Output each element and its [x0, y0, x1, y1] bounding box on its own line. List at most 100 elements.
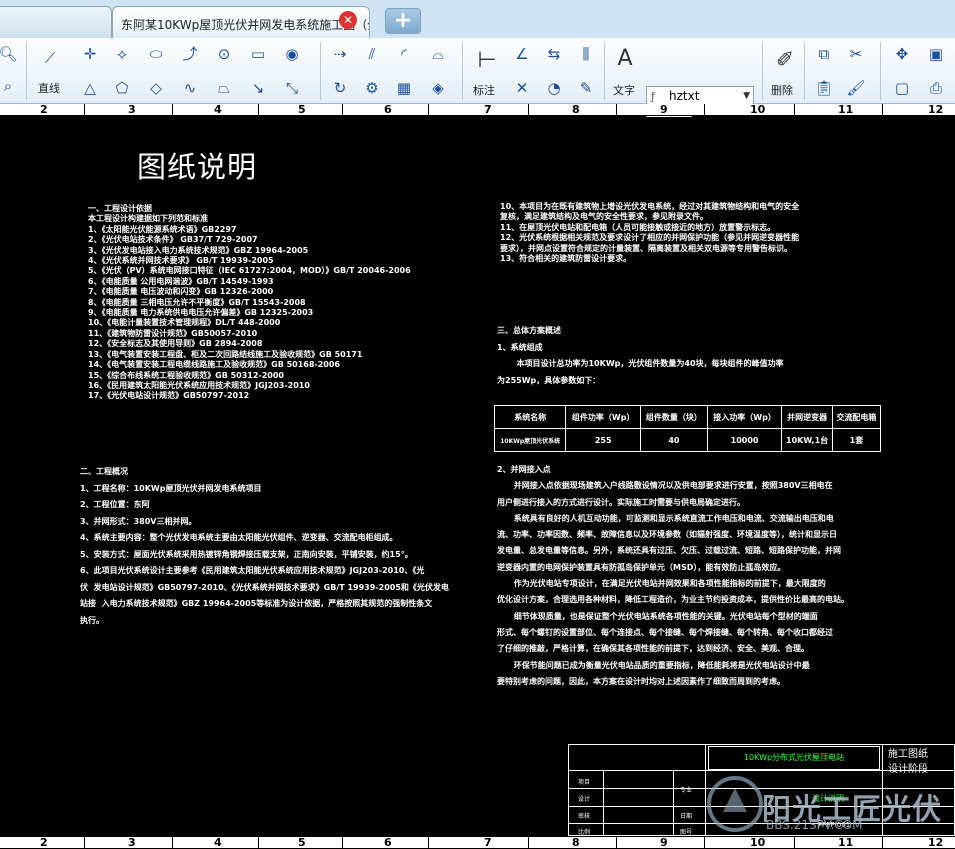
tab-previous[interactable]	[0, 6, 112, 38]
ruler-tick	[84, 837, 85, 849]
ruler-number: 10	[750, 836, 766, 849]
table-cell: 系统名称	[493, 405, 567, 429]
pan-icon[interactable]: ✥	[888, 42, 916, 66]
ruler-number: 12	[928, 836, 944, 849]
arrow-dim-icon[interactable]: ⇆	[540, 42, 568, 66]
rotate-icon[interactable]: ↻	[326, 76, 354, 100]
cut-shape-icon[interactable]: ⌓	[424, 42, 452, 66]
table-cell: 接入功率（Wp）	[706, 405, 783, 429]
edit-dim-icon[interactable]: ✎	[572, 76, 600, 100]
line-tool-label: 直线	[38, 82, 60, 95]
hatch-icon[interactable]: ▦	[390, 76, 418, 100]
triangle-icon[interactable]: △	[76, 76, 104, 100]
ruler-tick	[704, 837, 705, 849]
table-cell: 255	[565, 428, 641, 452]
pentagon-icon[interactable]: ⬠	[108, 76, 136, 100]
xline-icon[interactable]: ⤡	[278, 76, 306, 100]
table-cell: 组件功率（Wp）	[565, 405, 641, 429]
circle-icon[interactable]: ⊙	[210, 42, 238, 66]
ruler-number: 6	[384, 836, 392, 849]
close-tab-icon[interactable]: ✕	[339, 11, 357, 29]
ruler-number: 5	[298, 836, 306, 849]
copy-icon[interactable]: ⧉	[810, 42, 838, 66]
ruler-number: 7	[484, 836, 492, 849]
fill-icon[interactable]: ◈	[424, 76, 452, 100]
parameter-table: 系统名称 组件功率（Wp） 组件数量（块） 接入功率（Wp） 并网逆变器 交流配…	[493, 405, 882, 452]
trim-icon[interactable]: ⫽	[358, 42, 386, 66]
cut-icon[interactable]: ✂	[842, 42, 870, 66]
ruler-tick	[84, 104, 85, 116]
grid-connection-text: 2、并网接入点 并网接入点依据现场建筑入户线路敷设情况以及供电部要求进行安置，按…	[497, 465, 849, 686]
ruler-number: 9	[660, 103, 668, 116]
ruler-tick	[258, 104, 259, 116]
ruler-tick	[172, 104, 173, 116]
spline-icon[interactable]: ∿	[176, 76, 204, 100]
window-icon[interactable]: ▣	[922, 42, 950, 66]
ruler-number: 3	[128, 836, 136, 849]
arc-icon[interactable]: ⤴	[176, 42, 204, 66]
print-icon[interactable]: ⎙	[922, 76, 950, 100]
ruler-number: 4	[214, 836, 222, 849]
table-cell: 10KWp屋顶光伏系统	[493, 428, 567, 452]
paste-icon[interactable]: 📋︎	[810, 76, 838, 100]
polygon-icon[interactable]: ◇	[142, 76, 170, 100]
leader-icon[interactable]: ✕	[508, 76, 536, 100]
ruler-number: 12	[928, 103, 944, 116]
ruler-tick	[342, 837, 343, 849]
tab-bar: 东阿某10KWp屋顶光伏并网发电系统施工图（全 ✕ +	[0, 0, 955, 38]
ruler-tick	[882, 837, 883, 849]
ruler-number: 8	[572, 103, 580, 116]
ellipse-icon[interactable]: ⬭	[142, 42, 170, 66]
table-cell: 10000	[706, 428, 783, 452]
eraser-icon[interactable]: ✐	[770, 48, 800, 73]
move-icon[interactable]: ✛	[76, 42, 104, 66]
ribbon-toolbar: 🔍︎ ⌕ ⟋ 直线 ✛ ⟡ ⬭ ⤴ ⊙ ▭ ◉ △ ⬠ ◇ ∿ ⏢ ↘ ⤡ ⇢ …	[0, 38, 955, 136]
design-notes-text: 10、本项目为在既有建筑物上增设光伏发电系统，经过对其建筑物结构和电气的安全 复…	[500, 202, 800, 264]
new-tab-button[interactable]: +	[385, 8, 421, 34]
eye-icon[interactable]: ◉	[278, 42, 306, 66]
bottom-ruler: 2 3 4 5 6 7 8 9 10 11 12	[0, 836, 955, 849]
ruler-tick	[528, 837, 529, 849]
tab-label: 东阿某10KWp屋顶光伏并网发电系统施工图（全	[121, 18, 370, 32]
trapezoid-icon[interactable]: ⏢	[210, 76, 238, 100]
drawing-canvas[interactable]: 图纸说明 一、工程设计依据 本工程设计构建据如下列范和标准 1、《太阳能光伏能源…	[0, 117, 955, 836]
ruler-number: 5	[298, 103, 306, 116]
gear-icon[interactable]: ⚙	[358, 76, 386, 100]
polyline-icon[interactable]: ⟡	[108, 42, 136, 66]
ruler-tick	[428, 104, 429, 116]
ray-icon[interactable]: ↘	[244, 76, 272, 100]
drawing-title: 图纸说明	[137, 150, 258, 184]
text-label: 文字	[613, 84, 635, 97]
table-row: 10KWp屋顶光伏系统 255 40 10000 10KW,1台 1套	[493, 428, 882, 452]
fillet-icon[interactable]: ◜	[390, 42, 418, 66]
ruler-tick	[704, 104, 705, 116]
ruler-number: 11	[838, 103, 854, 116]
dimension-label: 标注	[473, 84, 495, 97]
line-tool-icon[interactable]: ⟋	[36, 46, 64, 70]
table-cell: 交流配电箱	[831, 405, 882, 429]
ruler-number: 8	[572, 836, 580, 849]
design-basis-text: 一、工程设计依据 本工程设计构建据如下列范和标准 1、《太阳能光伏能源系统术语》…	[88, 204, 411, 401]
radius-icon[interactable]: ◔	[540, 76, 568, 100]
drawing-stage: 施工图纸	[888, 749, 928, 760]
offset-icon[interactable]: ⇢	[326, 42, 354, 66]
ruler-number: 2	[40, 103, 48, 116]
text-icon[interactable]: A	[610, 46, 640, 71]
ruler-tick	[428, 837, 429, 849]
brush-icon[interactable]: 🖌︎	[842, 76, 870, 100]
table-cell: 组件数量（块）	[639, 405, 708, 429]
rectangle-icon[interactable]: ▭	[244, 42, 272, 66]
tab-active-drawing[interactable]: 东阿某10KWp屋顶光伏并网发电系统施工图（全	[112, 6, 370, 38]
ruler-tick	[172, 837, 173, 849]
ruler-tick	[882, 104, 883, 116]
zoom-window-icon[interactable]: ⌕	[0, 74, 22, 98]
table-cell: 1套	[831, 428, 882, 452]
angle-dim-icon[interactable]: ∠	[508, 42, 536, 66]
linear-dim-icon[interactable]: ⫼	[572, 42, 600, 66]
frame-icon[interactable]: ▢	[888, 76, 916, 100]
zoom-icon[interactable]: 🔍︎	[0, 42, 22, 66]
dimension-icon[interactable]: ⊢	[472, 48, 502, 73]
ruler-number: 4	[214, 103, 222, 116]
project-name-cell: 10KWp分布式光伏屋顶电站	[708, 746, 880, 770]
ruler-number: 7	[484, 103, 492, 116]
